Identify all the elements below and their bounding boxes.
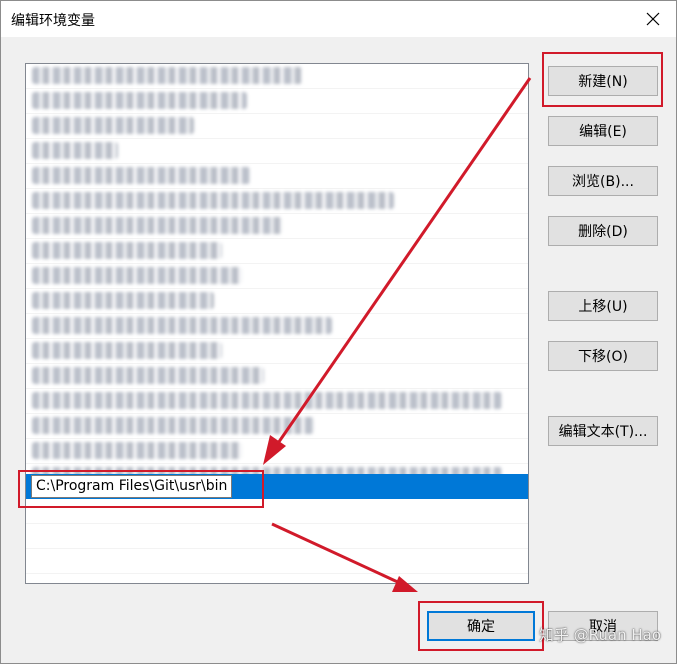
browse-button[interactable]: 浏览(B)... [548, 166, 658, 196]
list-item[interactable] [26, 549, 528, 574]
list-item[interactable] [26, 139, 528, 164]
list-item[interactable] [26, 64, 528, 89]
list-item[interactable] [26, 364, 528, 389]
list-item-selected[interactable]: C:\Program Files\Git\usr\bin [26, 474, 528, 499]
path-list[interactable]: C:\Program Files\Git\usr\bin [25, 63, 529, 584]
list-item[interactable] [26, 414, 528, 439]
list-item[interactable] [26, 499, 528, 524]
move-down-button[interactable]: 下移(O) [548, 341, 658, 371]
close-button[interactable] [630, 1, 676, 37]
list-item[interactable] [26, 439, 528, 464]
move-up-button[interactable]: 上移(U) [548, 291, 658, 321]
list-item[interactable] [26, 389, 528, 414]
edit-button[interactable]: 编辑(E) [548, 116, 658, 146]
new-button[interactable]: 新建(N) [548, 66, 658, 96]
delete-button[interactable]: 删除(D) [548, 216, 658, 246]
list-item[interactable] [26, 339, 528, 364]
ok-button[interactable]: 确定 [427, 611, 535, 641]
edit-env-var-dialog: 编辑环境变量 C:\Program Files\Git\usr\bin 新建(N… [0, 0, 677, 664]
list-item[interactable] [26, 114, 528, 139]
list-item[interactable] [26, 189, 528, 214]
list-item[interactable] [26, 164, 528, 189]
list-item[interactable] [26, 264, 528, 289]
edit-text-button[interactable]: 编辑文本(T)... [548, 416, 658, 446]
path-edit-input[interactable]: C:\Program Files\Git\usr\bin [31, 475, 233, 498]
list-item[interactable] [26, 89, 528, 114]
zhihu-watermark: 知乎 @Ruan Hao [538, 626, 661, 644]
list-item[interactable] [26, 239, 528, 264]
window-title: 编辑环境变量 [11, 13, 95, 29]
list-item[interactable] [26, 214, 528, 239]
title-bar: 编辑环境变量 [1, 1, 676, 37]
list-item[interactable] [26, 524, 528, 549]
close-icon [646, 12, 660, 26]
list-item[interactable] [26, 289, 528, 314]
list-item[interactable] [26, 314, 528, 339]
